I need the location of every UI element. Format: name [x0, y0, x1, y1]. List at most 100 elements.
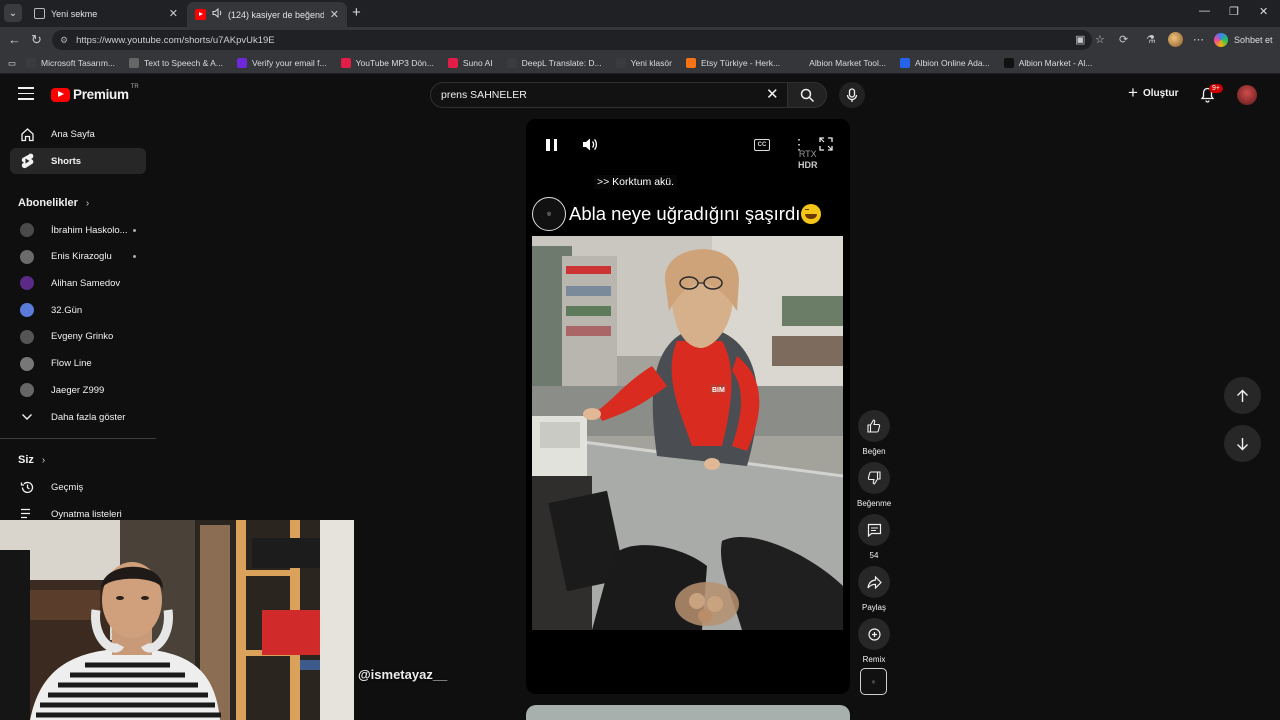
sidebar-item-home[interactable]: Ana Sayfa: [10, 121, 146, 147]
reading-list-icon[interactable]: ▭: [8, 58, 16, 69]
sidebar-item-subscription[interactable]: Flow Line: [10, 351, 146, 377]
sidebar-item-shorts[interactable]: Shorts: [10, 148, 146, 174]
sidebar-item-subscription[interactable]: Enis Kirazoglu: [10, 244, 146, 270]
sidebar-item-subscription[interactable]: Jaeger Z999: [10, 377, 146, 403]
next-short-preview[interactable]: [526, 705, 850, 720]
reload-icon[interactable]: ↻: [31, 32, 42, 48]
bookmark-label: Etsy Türkiye - Herk...: [700, 58, 781, 68]
rtx-label: RTX: [798, 149, 817, 159]
sidebar-item-label: Jaeger Z999: [51, 384, 105, 396]
extensions-icon[interactable]: ⚗: [1146, 33, 1156, 46]
close-tab-icon[interactable]: ✕: [330, 8, 339, 21]
channel-avatar: [19, 275, 35, 291]
channel-avatar: [19, 302, 35, 318]
volume-icon[interactable]: [582, 137, 599, 157]
pause-icon[interactable]: [546, 139, 557, 151]
next-short-button[interactable]: [1224, 425, 1261, 462]
bookmarks-bar: ▭ Microsoft Tasarım... Text to Speech & A…: [0, 53, 1280, 74]
bookmark-item[interactable]: Albion Online Ada...: [900, 58, 990, 68]
comment-icon: [858, 514, 890, 546]
shorts-player[interactable]: BIM CC ⋮ RTX HDR >> Korktum akü. ◎ Abla …: [526, 119, 850, 694]
sidebar-item-label: Oynatma listeleri: [51, 508, 122, 520]
sidebar-item-history[interactable]: Geçmiş: [10, 474, 146, 500]
you-title: Siz: [18, 454, 34, 466]
favorite-star-icon[interactable]: ☆: [1095, 33, 1105, 46]
restore-icon[interactable]: ❐: [1229, 5, 1239, 18]
account-avatar[interactable]: [1237, 85, 1257, 105]
channel-avatar[interactable]: ◎: [860, 668, 887, 695]
minimize-icon[interactable]: —: [1199, 5, 1210, 17]
sidebar-item-subscription[interactable]: Evgeny Grinko: [10, 324, 146, 350]
bookmark-item[interactable]: YouTube MP3 Dön...: [340, 58, 434, 68]
url-text: https://www.youtube.com/shorts/u7AKpvUk1…: [76, 34, 275, 46]
bookmark-item[interactable]: Microsoft Tasarım...: [26, 58, 115, 68]
you-heading[interactable]: Siz ›: [18, 454, 45, 466]
new-tab-button[interactable]: +: [352, 4, 361, 21]
copilot-button[interactable]: Sohbet et: [1214, 31, 1273, 49]
bookmark-item[interactable]: Albion Market - Al...: [1003, 58, 1092, 68]
search-button[interactable]: [787, 82, 827, 108]
bookmark-item[interactable]: DeepL Translate: D...: [506, 58, 602, 68]
youtube-masthead: Premium TR prens SAHNELER ✕ + Oluştur 9+: [0, 75, 1280, 115]
create-button[interactable]: + Oluştur: [1128, 84, 1179, 101]
video-caption: ◎ Abla neye uğradığını şaşırdı: [532, 197, 822, 231]
close-window-icon[interactable]: ✕: [1259, 5, 1268, 18]
bookmark-item[interactable]: Albion Market Tool...: [794, 58, 886, 68]
search-input[interactable]: prens SAHNELER: [430, 82, 788, 108]
previous-short-button[interactable]: [1224, 377, 1261, 414]
sidebar-item-subscription[interactable]: 32.Gün: [10, 297, 146, 323]
site-info-icon[interactable]: ⚙: [60, 35, 68, 46]
new-content-dot: [133, 255, 136, 259]
speaker-icon[interactable]: [212, 7, 223, 21]
voice-search-button[interactable]: [839, 82, 865, 108]
action-remix-button[interactable]: Remix: [857, 618, 891, 664]
rtx-hdr-badge: RTX HDR: [798, 149, 818, 171]
bookmark-label: Microsoft Tasarım...: [41, 58, 116, 68]
captions-icon[interactable]: CC: [754, 139, 770, 151]
fullscreen-icon[interactable]: [819, 137, 833, 156]
bookmark-list: Microsoft Tasarım... Text to Speech & A..…: [26, 58, 1106, 68]
bookmark-item[interactable]: Text to Speech & A...: [129, 58, 223, 68]
history-icon: [19, 479, 35, 495]
copilot-label: Sohbet et: [1234, 35, 1273, 45]
bookmark-item[interactable]: Verify your email f...: [236, 58, 327, 68]
bookmark-item[interactable]: Yeni klasör: [615, 58, 672, 68]
bookmark-item[interactable]: Suno AI: [447, 58, 493, 68]
address-field[interactable]: ⚙ https://www.youtube.com/shorts/u7AKpvU…: [52, 30, 1092, 50]
twitch-icon: [236, 58, 247, 68]
address-toolbar: ← ↻ ⚙ https://www.youtube.com/shorts/u7A…: [0, 27, 1280, 53]
refresh-extension-icon[interactable]: ⟳: [1119, 33, 1128, 46]
tab-new-tab[interactable]: Yeni sekme ✕: [26, 2, 186, 25]
sidebar-item-subscription[interactable]: İbrahim Haskolo...: [10, 217, 146, 243]
bookmark-item[interactable]: Etsy Türkiye - Herk...: [685, 58, 781, 68]
bookmark-label: YouTube MP3 Dön...: [355, 58, 434, 68]
back-icon[interactable]: ←: [8, 32, 21, 47]
channel-avatar: [19, 382, 35, 398]
share-icon: [858, 566, 890, 598]
sidebar-item-subscription[interactable]: Alihan Samedov: [10, 270, 146, 296]
browser-profile-avatar[interactable]: [1168, 32, 1183, 47]
more-menu-icon[interactable]: ⋯: [1193, 33, 1204, 46]
tab-youtube[interactable]: (124) kasiyer de beğendi gali ✕: [187, 2, 347, 27]
sidebar-item-label: Flow Line: [51, 358, 92, 369]
tab-search-button[interactable]: ⌄: [4, 4, 22, 22]
subscriptions-heading[interactable]: Abonelikler ›: [18, 197, 89, 209]
clear-search-icon[interactable]: ✕: [766, 87, 779, 102]
deepl-icon: [506, 58, 517, 68]
action-dislike-button[interactable]: Beğenme: [857, 462, 891, 508]
channel-logo[interactable]: ◎: [532, 197, 566, 231]
bookmark-label: Suno AI: [462, 58, 493, 68]
sidebar-item-label: İbrahim Haskolo...: [51, 224, 128, 236]
action-share-button[interactable]: Paylaş: [857, 566, 891, 612]
youtube-logo[interactable]: Premium TR: [51, 84, 139, 102]
close-tab-icon[interactable]: ✕: [169, 7, 178, 20]
app-install-icon[interactable]: ▣: [1075, 33, 1085, 46]
show-more-label: Daha fazla göster: [51, 411, 126, 423]
video-frame[interactable]: BIM: [532, 236, 843, 630]
action-comment-button[interactable]: 54: [857, 514, 891, 560]
guide-sidebar: Ana Sayfa Shorts Abonelikler › İbrahim H…: [0, 115, 160, 520]
action-like-button[interactable]: Beğen: [857, 410, 891, 456]
show-more-button[interactable]: Daha fazla göster: [10, 404, 146, 430]
channel-avatar: [19, 249, 35, 265]
menu-icon[interactable]: [18, 87, 34, 100]
